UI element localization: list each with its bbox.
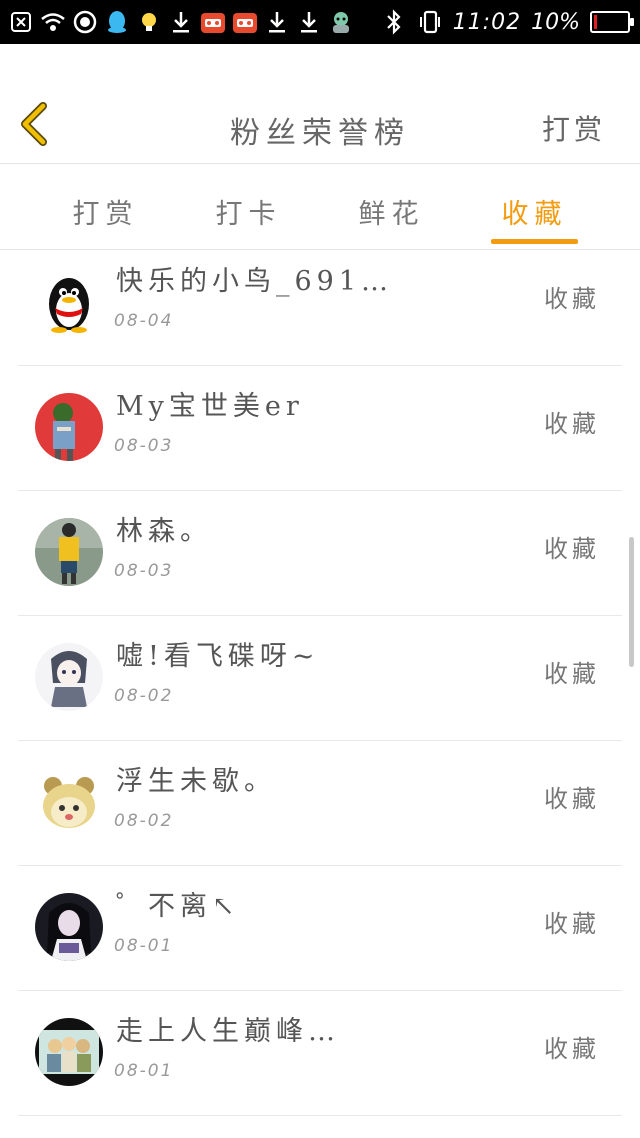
favorite-label: 收藏 xyxy=(544,785,600,813)
user-name: 快乐的小鸟_691… xyxy=(116,266,394,297)
tab-bar: 打赏 打卡 鲜花 收藏 xyxy=(0,165,640,250)
favorite-label: 收藏 xyxy=(544,410,600,438)
avatar xyxy=(35,768,103,836)
vibrate-icon xyxy=(417,9,443,35)
tab-flowers[interactable]: 鲜花 xyxy=(320,165,463,249)
qq-icon xyxy=(104,9,130,35)
favorite-label: 收藏 xyxy=(544,285,600,313)
date: 08-01 xyxy=(114,1061,174,1081)
date: 08-03 xyxy=(114,436,174,456)
favorite-label: 收藏 xyxy=(544,1035,600,1063)
battery-percent: 10% xyxy=(531,9,580,35)
avatar xyxy=(35,268,103,336)
avatar xyxy=(35,893,103,961)
favorite-label: 收藏 xyxy=(544,660,600,688)
scrollbar[interactable] xyxy=(629,537,634,667)
app-icon xyxy=(200,9,226,35)
avatar xyxy=(35,1018,103,1086)
user-name: 林森。 xyxy=(116,516,212,547)
close-box-icon xyxy=(8,9,34,35)
list-item[interactable]: 林森。 08-03 收藏 xyxy=(18,491,622,616)
date: 08-03 xyxy=(114,561,174,581)
fan-list[interactable]: 快乐的小鸟_691… 08-04 收藏 My宝世美er 08-03 收藏 林森。… xyxy=(0,251,640,1138)
list-item[interactable]: 嘘!看飞碟呀~ 08-02 收藏 xyxy=(18,616,622,741)
user-name: 走上人生巅峰… xyxy=(116,1016,340,1047)
wifi-icon xyxy=(40,9,66,35)
tab-favorites[interactable]: 收藏 xyxy=(463,165,606,249)
user-name: 嘘!看飞碟呀~ xyxy=(116,641,320,672)
user-name: ゜不离↖ xyxy=(116,891,240,922)
status-right: 11:02 10% xyxy=(381,7,634,37)
reward-button[interactable]: 打赏 xyxy=(542,108,606,148)
date: 08-02 xyxy=(114,686,174,706)
active-tab-indicator xyxy=(491,239,578,244)
user-name: 浮生未歇。 xyxy=(116,766,276,797)
download-icon xyxy=(264,9,290,35)
bluetooth-icon xyxy=(381,9,407,35)
clock: 11:02 xyxy=(452,9,522,35)
battery-icon xyxy=(590,11,634,33)
avatar xyxy=(35,393,103,461)
user-name: My宝世美er xyxy=(116,391,304,422)
list-item[interactable]: 浮生未歇。 08-02 收藏 xyxy=(18,741,622,866)
list-item[interactable]: My宝世美er 08-03 收藏 xyxy=(18,366,622,491)
date: 08-02 xyxy=(114,811,174,831)
tab-label: 收藏 xyxy=(501,199,568,230)
status-bar: 11:02 10% xyxy=(0,0,640,44)
list-item[interactable]: 走上人生巅峰… 08-01 收藏 xyxy=(18,991,622,1116)
avatar xyxy=(35,643,103,711)
robot-icon xyxy=(328,9,354,35)
top-bar: 粉丝荣誉榜 打赏 xyxy=(0,44,640,164)
app-icon xyxy=(232,9,258,35)
favorite-label: 收藏 xyxy=(544,910,600,938)
tab-checkin[interactable]: 打卡 xyxy=(177,165,320,249)
list-item[interactable]: ゜不离↖ 08-01 收藏 xyxy=(18,866,622,991)
tab-label: 打卡 xyxy=(215,199,282,230)
bulb-icon xyxy=(136,9,162,35)
notification-icons xyxy=(8,7,354,37)
tab-reward[interactable]: 打赏 xyxy=(34,165,177,249)
battery-level xyxy=(594,15,598,29)
date: 08-01 xyxy=(114,936,174,956)
download-icon xyxy=(296,9,322,35)
date: 08-04 xyxy=(114,311,174,331)
favorite-label: 收藏 xyxy=(544,535,600,563)
tab-label: 打赏 xyxy=(72,199,139,230)
avatar xyxy=(35,518,103,586)
tab-label: 鲜花 xyxy=(358,199,425,230)
list-item[interactable]: 快乐的小鸟_691… 08-04 收藏 xyxy=(18,251,622,366)
target-icon xyxy=(72,9,98,35)
download-icon xyxy=(168,9,194,35)
